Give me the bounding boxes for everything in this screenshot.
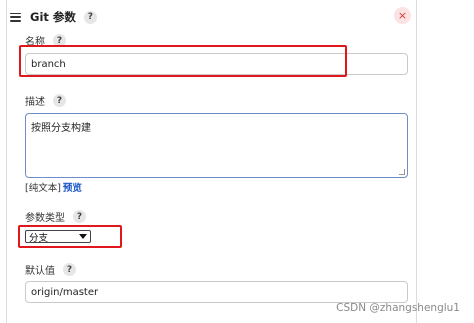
default-value-label-row: 默认值 ? [25, 262, 76, 277]
page-margin [432, 0, 474, 323]
default-value-text: origin/master [31, 286, 99, 298]
param-type-highlight-box [18, 225, 122, 248]
format-row: [纯文本] 预览 [25, 180, 82, 194]
help-icon[interactable]: ? [63, 263, 76, 276]
description-label-row: 描述 ? [25, 93, 66, 108]
help-icon[interactable]: ? [83, 10, 97, 24]
param-type-label-row: 参数类型 ? [25, 209, 86, 224]
param-type-label: 参数类型 [25, 213, 65, 224]
preview-link[interactable]: 预览 [63, 183, 82, 194]
description-label: 描述 [25, 97, 45, 108]
name-highlight-box [19, 45, 347, 77]
help-icon[interactable]: ? [73, 210, 86, 223]
help-icon[interactable]: ? [53, 94, 66, 107]
resize-handle[interactable] [399, 169, 405, 175]
close-icon: × [397, 9, 408, 22]
section-header: Git 参数 ? [10, 8, 97, 26]
plain-text-label: [纯文本] [25, 183, 61, 194]
default-value-input[interactable]: origin/master [25, 281, 408, 303]
description-value: 按照分支构建 [31, 123, 91, 134]
default-value-label: 默认值 [25, 266, 55, 277]
section-title: Git 参数 [30, 10, 76, 24]
hamburger-icon[interactable] [10, 12, 21, 22]
watermark: CSDN @zhangshenglu1 [336, 302, 460, 314]
description-textarea[interactable]: 按照分支构建 [25, 113, 408, 178]
close-button[interactable]: × [394, 7, 411, 24]
